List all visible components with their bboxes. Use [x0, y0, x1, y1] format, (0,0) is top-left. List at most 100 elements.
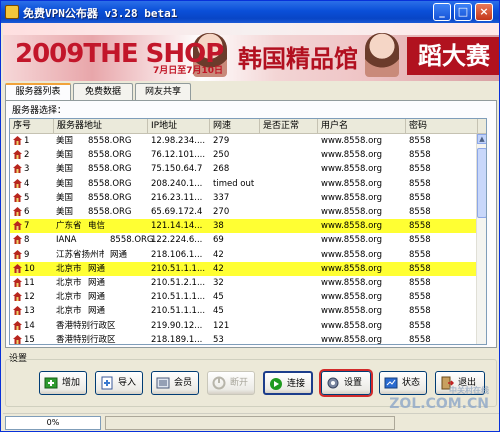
vertical-scrollbar[interactable]: ▲: [476, 134, 486, 344]
connect-icon: [269, 377, 283, 391]
cell-ip: 210.51.1.1...: [151, 263, 206, 274]
table-row[interactable]: 5 美国 8558.ORG 216.23.11... 337 www.8558.org 85…: [10, 191, 478, 205]
progress-bar: 0%: [5, 416, 101, 430]
member-button[interactable]: 会员: [151, 371, 199, 395]
cell-ip: 121.14.14...: [151, 221, 203, 232]
cell-user: www.8558.org: [321, 221, 383, 232]
table-row[interactable]: 14 香港特别行政区 219.90.12... 121 www.8558.org 8558: [10, 319, 478, 333]
cell-no: 12: [24, 292, 35, 303]
cell-pass: 8558: [409, 136, 431, 146]
app-window: 免费VPN公布器 v3.28 beta1 _ □ × 2009THE SHOP …: [0, 0, 500, 432]
server-group-label: 服务器选择：: [12, 106, 67, 116]
banner-strip: [3, 23, 499, 35]
import-icon: [100, 376, 114, 390]
cell-speed: 250: [213, 150, 230, 161]
add-button[interactable]: 增加: [39, 371, 87, 395]
cell-pass: 8558: [409, 334, 431, 345]
cell-host: 电信: [88, 221, 106, 232]
cell-ip: 12.98.234....: [151, 136, 206, 146]
cell-speed: 32: [213, 278, 224, 288]
title-bar[interactable]: 免费VPN公布器 v3.28 beta1 _ □ ×: [1, 1, 499, 23]
connect-button-label: 连接: [287, 379, 306, 389]
import-button[interactable]: 导入: [95, 371, 143, 395]
cell-pass: 8558: [409, 192, 431, 203]
server-table[interactable]: 序号 服务器地址 IP地址 网速 是否正常 用户名 密码 1 美国 8558.ORG…: [9, 118, 487, 345]
maximize-button[interactable]: □: [454, 3, 472, 21]
cell-host: 8558.ORG: [88, 136, 132, 146]
server-icon: [13, 178, 22, 188]
settings-icon: [326, 376, 340, 390]
column-header-speed[interactable]: 网速: [210, 119, 260, 134]
table-row[interactable]: 8 IANA 8558.ORG 122.224.6... 69 www.8558.org 8…: [10, 233, 478, 247]
cell-pass: 8558: [409, 263, 431, 274]
scroll-thumb[interactable]: [477, 148, 486, 218]
cell-no: 13: [24, 306, 35, 317]
server-icon: [13, 320, 22, 330]
cell-user: www.8558.org: [321, 150, 383, 161]
disconnect-button[interactable]: 断开: [207, 371, 255, 395]
table-row[interactable]: 1 美国 8558.ORG 12.98.234.... 279 www.8558.org 8…: [10, 134, 478, 148]
cell-user: www.8558.org: [321, 263, 383, 274]
server-icon: [13, 207, 22, 216]
server-icon: [13, 334, 22, 344]
cell-ok: [263, 205, 317, 219]
table-row[interactable]: 10 北京市 网通 210.51.1.1... 42 www.8558.org 8558: [10, 261, 478, 276]
cell-region: 香港特别行政区: [56, 334, 116, 345]
column-header-no[interactable]: 序号: [10, 119, 54, 134]
cell-user: www.8558.org: [321, 278, 383, 288]
column-header-server[interactable]: 服务器地址: [54, 119, 148, 134]
cell-no: 5: [24, 192, 30, 203]
column-header-ip[interactable]: IP地址: [148, 119, 210, 134]
scroll-up-icon[interactable]: ▲: [477, 134, 486, 144]
column-header-password[interactable]: 密码: [406, 119, 478, 134]
server-icon: [13, 306, 22, 316]
table-row[interactable]: 7 广东省 电信 121.14.14... 38 www.8558.org 8558: [10, 219, 478, 234]
table-row[interactable]: 12 北京市 网通 210.51.1.1... 45 www.8558.org 8558: [10, 290, 478, 304]
settings-button[interactable]: 设置: [321, 371, 371, 395]
cell-ok: [263, 177, 317, 191]
connect-button[interactable]: 连接: [263, 371, 313, 395]
table-row[interactable]: 11 北京市 网通 210.51.2.1... 32 www.8558.org 8558: [10, 276, 478, 290]
cell-speed: 42: [213, 249, 224, 260]
ad-banner[interactable]: 2009THE SHOP 韩国精品馆 7月日至7月10日 蹈大赛: [3, 23, 499, 81]
cell-speed: 268: [213, 164, 230, 175]
table-row[interactable]: 4 美国 8558.ORG 208.240.1... timed out www.8558…: [10, 177, 478, 191]
cell-user: www.8558.org: [321, 235, 383, 246]
watermark-cn: 中关村在线: [449, 386, 489, 395]
close-button[interactable]: ×: [475, 3, 493, 21]
cell-pass: 8558: [409, 278, 431, 288]
banner-headline-cn: 韩国精品馆: [238, 45, 358, 73]
cell-ok: [263, 290, 317, 304]
minimize-button[interactable]: _: [433, 3, 451, 21]
cell-user: www.8558.org: [321, 306, 383, 317]
table-row[interactable]: 3 美国 8558.ORG 75.150.64.7 268 www.8558.org 855…: [10, 162, 478, 176]
cell-ip: 75.150.64.7: [151, 164, 203, 175]
cell-pass: 8558: [409, 178, 431, 189]
cell-no: 1: [24, 136, 30, 146]
table-row[interactable]: 2 美国 8558.ORG 76.12.101.... 250 www.8558.org 8…: [10, 148, 478, 162]
banner-model-image: [365, 33, 399, 77]
import-button-label: 导入: [118, 378, 137, 388]
cell-ok: [263, 333, 317, 344]
cell-user: www.8558.org: [321, 207, 383, 217]
table-row[interactable]: 9 江苏省扬州市 网通 218.106.1... 42 www.8558.org 8558: [10, 248, 478, 262]
tab-user-share[interactable]: 网友共享: [135, 83, 191, 101]
column-header-username[interactable]: 用户名: [318, 119, 406, 134]
server-icon: [13, 278, 22, 287]
tab-free-data[interactable]: 免费数据: [73, 83, 133, 101]
cell-pass: 8558: [409, 320, 431, 331]
server-icon: [13, 192, 22, 202]
cell-speed: 53: [213, 334, 224, 345]
cell-no: 10: [24, 263, 35, 274]
table-row[interactable]: 6 美国 8558.ORG 65.69.172.4 270 www.8558.org 855…: [10, 205, 478, 219]
server-icon: [13, 235, 22, 245]
table-header: 序号 服务器地址 IP地址 网速 是否正常 用户名 密码: [10, 119, 486, 134]
cell-no: 15: [24, 334, 35, 345]
table-row[interactable]: 15 香港特别行政区 218.189.1... 53 www.8558.org 8558: [10, 333, 478, 345]
cell-pass: 8558: [409, 249, 431, 260]
cell-user: www.8558.org: [321, 178, 383, 189]
table-row[interactable]: 13 北京市 网通 210.51.1.1... 45 www.8558.org 8558: [10, 304, 478, 318]
cell-speed: 270: [213, 207, 230, 217]
cell-ok: [263, 233, 317, 247]
column-header-status[interactable]: 是否正常: [260, 119, 318, 134]
